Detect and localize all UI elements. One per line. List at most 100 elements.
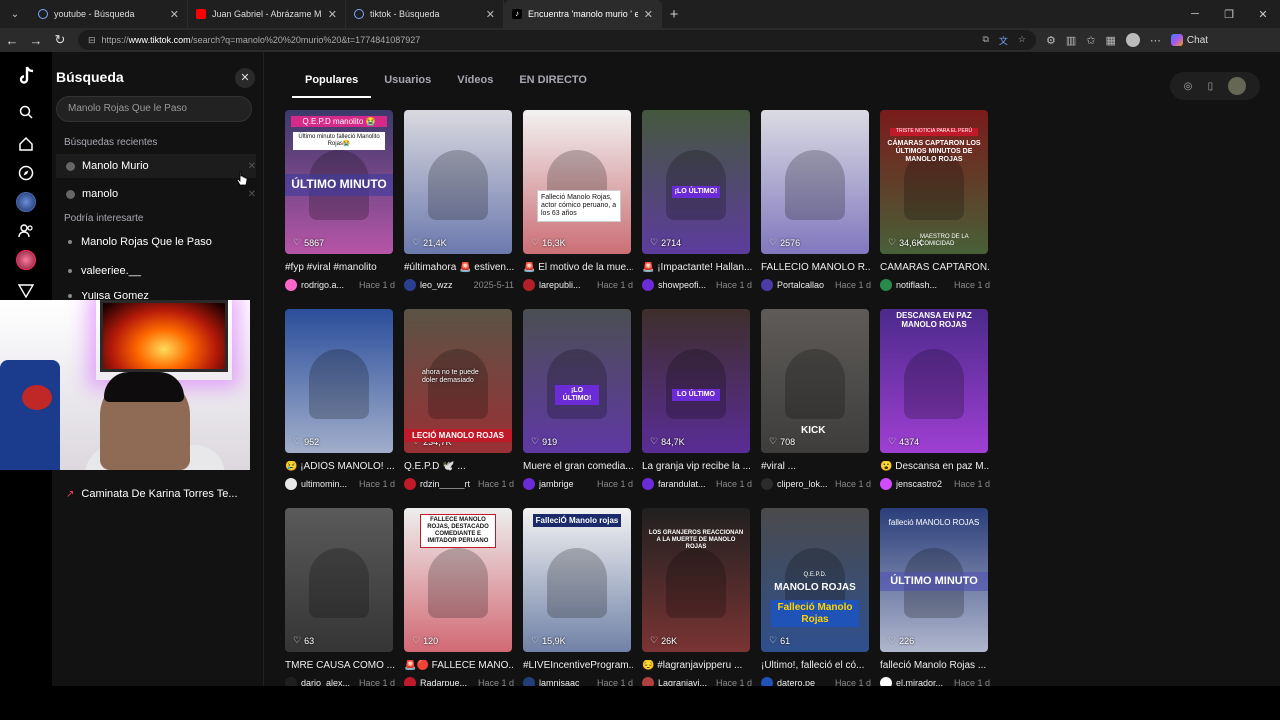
following-avatar[interactable] [15,191,37,213]
copilot-chat-button[interactable]: Chat [1170,34,1208,46]
trending-item[interactable]: ↗ Caminata De Karina Torres Te... [66,488,256,500]
video-title[interactable]: CÁMARAS CAPTARON... [880,262,990,273]
author-avatar[interactable] [642,478,654,490]
remove-recent-icon[interactable]: ✕ [248,189,256,200]
favorite-star-icon[interactable]: ☆ [1018,34,1026,47]
author-avatar[interactable] [880,279,892,291]
video-card[interactable]: ♡ 26K LOS GRANJEROS REACCIONAN A LA MUERTE… [642,508,752,689]
author-name[interactable]: rodrigo.a... [301,280,344,290]
recent-search-item[interactable]: Manolo Murio ✕ [56,154,256,178]
video-card[interactable]: ♡ 4374 DESCANSA EN PAZ MANOLO ROJAS 😮 Desca… [880,309,990,490]
video-thumbnail[interactable]: ♡ 26K LOS GRANJEROS REACCIONAN A LA MUERTE… [642,508,750,652]
author-name[interactable]: Portalcallao [777,280,824,290]
browser-tab-youtube-search[interactable]: youtube - Búsqueda ✕ [30,0,188,28]
tiktok-logo-icon[interactable] [18,66,36,86]
video-thumbnail[interactable]: ♡ 63 [285,508,393,652]
video-title[interactable]: 😮 Descansa en paz M... [880,461,990,472]
author-avatar[interactable] [404,478,416,490]
author-avatar[interactable] [761,279,773,291]
author-avatar[interactable] [761,478,773,490]
close-tab-icon[interactable]: ✕ [328,8,337,21]
browser-tab-youtube-video[interactable]: Juan Gabriel - Abrázame Muy Fuerte ✕ [188,0,346,28]
home-icon[interactable] [15,133,37,155]
split-screen-icon[interactable]: ▥ [1066,34,1076,47]
tab-popular[interactable]: Populares [292,68,372,98]
recent-search-item[interactable]: manolo ✕ [66,188,256,200]
messages-send-icon[interactable] [15,280,37,302]
video-card[interactable]: ♡ 919 ¡LO ÚLTIMO! Muere el gran comedia... j… [523,309,633,490]
tab-actions-menu-icon[interactable]: ⌄ [4,3,26,25]
close-tab-icon[interactable]: ✕ [644,8,653,21]
author-name[interactable]: jenscastro2 [896,479,942,489]
remove-recent-icon[interactable]: ✕ [248,161,256,172]
video-thumbnail[interactable]: ♡ 952 [285,309,393,453]
video-title[interactable]: falleció Manolo Rojas ... [880,660,990,671]
video-thumbnail[interactable]: ♡ 16,3K Falleció Manolo Rojas, actor cómic… [523,110,631,254]
video-title[interactable]: 🚨🔴 FALLECE MANO... [404,660,514,671]
video-thumbnail[interactable]: ♡ 15,9K FalleciÓ Manolo rojas [523,508,631,652]
video-thumbnail[interactable]: ♡ 708 KICK [761,309,869,453]
video-thumbnail[interactable]: ♡ 2576 [761,110,869,254]
video-thumbnail[interactable]: ♡ 120 FALLECE MANOLO ROJAS, DESTACADO COME… [404,508,512,652]
author-name[interactable]: rdzin_____rt [420,479,470,489]
author-avatar[interactable] [523,478,535,490]
video-title[interactable]: #fyp #viral #manolito [285,262,395,273]
video-thumbnail[interactable]: ♡ 34,6K TRISTE NOTICIA PARA EL PERÚ CÁMARAS… [880,110,988,254]
video-card[interactable]: ♡ 120 FALLECE MANOLO ROJAS, DESTACADO COME… [404,508,514,689]
video-thumbnail[interactable]: ♡ 61 Q.E.P.D. MANOLO ROJAS Falleció Manolo R… [761,508,869,652]
video-title[interactable]: #viral ... [761,461,871,472]
video-title[interactable]: 😔 #lagranjavipperu ... [642,660,752,671]
video-card[interactable]: ♡ 34,6K TRISTE NOTICIA PARA EL PERÚ CÁMARAS… [880,110,990,291]
author-avatar[interactable] [523,279,535,291]
back-icon[interactable]: ← [0,33,24,48]
extensions-icon[interactable]: ⚙ [1046,34,1056,47]
video-thumbnail[interactable]: ♡ 2714 ¡LO ÚLTIMO! [642,110,750,254]
author-name[interactable]: ultimomin... [301,479,347,489]
browser-tab-tiktok-search[interactable]: tiktok - Búsqueda ✕ [346,0,504,28]
favorites-icon[interactable]: ✩ [1086,34,1095,47]
video-title[interactable]: TMRE CAUSA COMO ... [285,660,395,671]
author-avatar[interactable] [880,478,892,490]
search-icon[interactable] [15,101,37,123]
video-card[interactable]: ♡ 63 TMRE CAUSA COMO ... dario_alex... Hace … [285,508,395,689]
device-icon[interactable]: ▯ [1208,81,1214,92]
tab-users[interactable]: Usuarios [371,68,444,98]
video-card[interactable]: ♡ 61 Q.E.P.D. MANOLO ROJAS Falleció Manolo R… [761,508,871,689]
author-name[interactable]: leo_wzz [420,280,453,290]
close-tab-icon[interactable]: ✕ [486,8,495,21]
video-card[interactable]: ♡ 21,4K #últimahora 🚨 estiven... leo_wzz 202… [404,110,514,291]
author-name[interactable]: notiflash... [896,280,937,290]
video-card[interactable]: ♡ 16,3K Falleció Manolo Rojas, actor cómic… [523,110,633,291]
video-card[interactable]: ♡ 2576 FALLECIÓ MANOLO R... Portalcallao Hac… [761,110,871,291]
url-field[interactable]: ⊟ https://www.tiktok.com/search?q=manolo… [78,30,1036,50]
restore-icon[interactable]: ❐ [1212,8,1246,21]
author-avatar[interactable] [404,279,416,291]
suggestion-item[interactable]: Yulisa Gomez [66,292,256,300]
video-card[interactable]: ♡ 708 KICK #viral ... clipero_lok... Hace 1 d [761,309,871,490]
open-in-app-icon[interactable]: ⧉ [982,34,988,47]
more-icon[interactable]: ⋯ [1150,34,1161,47]
video-title[interactable]: #LIVEIncentiveProgram... [523,660,633,671]
author-name[interactable]: farandulat... [658,479,706,489]
video-card[interactable]: ♡ 952 😢 ¡ADIÓS MANOLO! ... ultimomin... Hace… [285,309,395,490]
video-thumbnail[interactable]: ♡ 5867 Q.E.P.D manolito 😭 Último minuto fal… [285,110,393,254]
video-card[interactable]: ♡ 15,9K FalleciÓ Manolo rojas #LIVEIncentiv… [523,508,633,689]
forward-icon[interactable]: → [24,33,48,48]
author-name[interactable]: showpeofi... [658,280,706,290]
explore-compass-icon[interactable] [15,162,37,184]
browser-tab-tiktok-active[interactable]: ♪ Encuentra 'manolo murio ' en TikTok ✕ [504,0,662,28]
video-thumbnail[interactable]: ♡ 4374 DESCANSA EN PAZ MANOLO ROJAS [880,309,988,453]
close-tab-icon[interactable]: ✕ [170,8,179,21]
video-card[interactable]: ♡234,7Kahora no te puede doler demasiado… [404,309,514,490]
live-avatar[interactable] [15,249,37,271]
minimize-icon[interactable]: ─ [1178,8,1212,21]
video-title[interactable]: ¡Último!, falleció el có... [761,660,871,671]
suggestion-item[interactable]: Manolo Rojas Que le Paso [66,236,256,248]
tab-live[interactable]: EN DIRECTO [506,68,600,98]
site-info-icon[interactable]: ⊟ [88,35,96,46]
reload-icon[interactable]: ↻ [48,32,72,48]
friends-icon[interactable] [15,220,37,242]
video-thumbnail[interactable]: ♡234,7Kahora no te puede doler demasiado… [404,309,512,453]
coins-icon[interactable]: ◎ [1184,81,1193,92]
new-tab-icon[interactable]: + [662,6,686,23]
